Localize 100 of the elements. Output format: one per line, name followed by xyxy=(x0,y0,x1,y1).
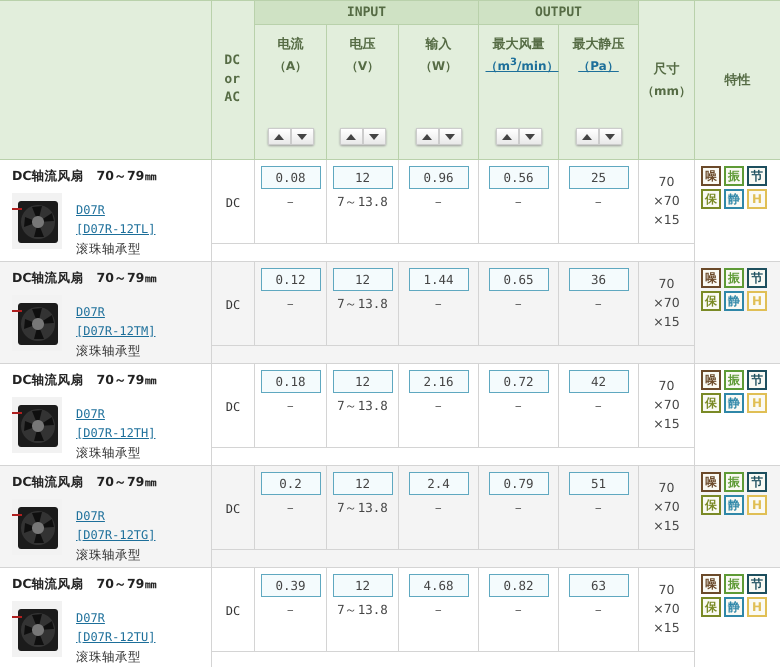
range-text: － xyxy=(592,194,605,211)
feature-badge: 噪 xyxy=(701,574,721,594)
range-text: － xyxy=(592,296,605,313)
feature-badge: 保 xyxy=(701,189,721,209)
range-text: 7～13.8 xyxy=(337,194,388,211)
range-text: 7～13.8 xyxy=(337,296,388,313)
value-box: 12 xyxy=(332,370,392,393)
down-arrow-icon xyxy=(525,134,535,140)
sort-ascending-button[interactable] xyxy=(268,128,290,145)
range-text: － xyxy=(592,398,605,415)
value-box: 12 xyxy=(332,268,392,291)
feature-badge: 振 xyxy=(724,268,744,288)
feature-badge: 噪 xyxy=(701,370,721,390)
sort-descending-button[interactable] xyxy=(362,128,386,145)
feature-badge: 静 xyxy=(724,291,744,311)
up-arrow-icon xyxy=(274,134,284,140)
range-text: － xyxy=(284,398,297,415)
range-text: － xyxy=(432,296,445,313)
value-box: 0.82 xyxy=(488,574,548,597)
model-code-link[interactable]: [D07R-12TH] xyxy=(76,424,156,443)
model-link[interactable]: D07R xyxy=(76,201,105,220)
size-text: 70 ×70 ×15 xyxy=(652,377,681,433)
feature-badge: 静 xyxy=(724,597,744,617)
value-box: 12 xyxy=(332,166,392,189)
model-code-link[interactable]: [D07R-12TG] xyxy=(76,526,156,545)
model-link[interactable]: D07R xyxy=(76,405,105,424)
feature-badge: 节 xyxy=(747,268,767,288)
value-box: 63 xyxy=(568,574,628,597)
feature-badge: 振 xyxy=(724,370,744,390)
feature-badge: H xyxy=(747,393,767,413)
unit-label: （A） xyxy=(272,58,308,75)
range-text: － xyxy=(432,602,445,619)
feature-badge: 保 xyxy=(701,291,721,311)
column-header: 尺寸 xyxy=(654,61,680,78)
size-text: 70 ×70 ×15 xyxy=(652,581,681,637)
product-title: DC轴流风扇 70～79㎜ xyxy=(12,372,158,389)
value-box: 42 xyxy=(568,370,628,393)
column-header: 电压 xyxy=(350,36,376,53)
feature-badge: 保 xyxy=(701,393,721,413)
sort-ascending-button[interactable] xyxy=(496,128,518,145)
sort-descending-button[interactable] xyxy=(598,128,622,145)
feature-badge: H xyxy=(747,495,767,515)
value-box: 25 xyxy=(568,166,628,189)
feature-badge: 保 xyxy=(701,597,721,617)
range-text: － xyxy=(512,194,525,211)
value-box: 0.65 xyxy=(488,268,548,291)
feature-badge: 静 xyxy=(724,393,744,413)
down-arrow-icon xyxy=(297,134,307,140)
model-link[interactable]: D07R xyxy=(76,609,105,628)
range-text: － xyxy=(592,500,605,517)
output-header: OUTPUT xyxy=(535,5,582,20)
model-code-link[interactable]: [D07R-12TL] xyxy=(76,220,156,239)
range-text: － xyxy=(284,602,297,619)
value-box: 0.96 xyxy=(408,166,468,189)
value-box: 0.18 xyxy=(260,370,320,393)
current-type: DC xyxy=(226,298,240,312)
unit-link[interactable]: （m$^{3}$/min） xyxy=(486,57,552,75)
value-box: 2.16 xyxy=(408,370,468,393)
range-text: － xyxy=(512,500,525,517)
unit-link[interactable]: （Pa） xyxy=(566,57,632,75)
bearing-type: 滚珠轴承型 xyxy=(76,648,142,666)
feature-badge: 噪 xyxy=(701,268,721,288)
model-code-link[interactable]: [D07R-12TM] xyxy=(76,322,156,341)
model-code-link[interactable]: [D07R-12TU] xyxy=(76,628,156,647)
dc-or-ac-header: DC or AC xyxy=(224,52,242,108)
feature-badge: H xyxy=(747,597,767,617)
feature-badge: H xyxy=(747,291,767,311)
bearing-type: 滚珠轴承型 xyxy=(76,240,142,258)
sort-descending-button[interactable] xyxy=(290,128,314,145)
feature-badge: 节 xyxy=(747,370,767,390)
size-text: 70 ×70 ×15 xyxy=(652,275,681,331)
up-arrow-icon xyxy=(502,134,512,140)
bearing-type: 滚珠轴承型 xyxy=(76,546,142,564)
product-title: DC轴流风扇 70～79㎜ xyxy=(12,474,158,491)
feature-badge: 静 xyxy=(724,189,744,209)
range-text: － xyxy=(284,500,297,517)
range-text: － xyxy=(432,500,445,517)
sort-ascending-button[interactable] xyxy=(340,128,362,145)
feature-badge: H xyxy=(747,189,767,209)
current-type: DC xyxy=(226,604,240,618)
value-box: 12 xyxy=(332,574,392,597)
range-text: － xyxy=(512,398,525,415)
range-text: 7～13.8 xyxy=(337,500,388,517)
range-text: － xyxy=(512,296,525,313)
down-arrow-icon xyxy=(445,134,455,140)
sort-descending-button[interactable] xyxy=(438,128,462,145)
column-header: 最大静压 xyxy=(572,36,624,53)
current-type: DC xyxy=(226,502,240,516)
feature-badge: 节 xyxy=(747,574,767,594)
value-box: 36 xyxy=(568,268,628,291)
sort-ascending-button[interactable] xyxy=(416,128,438,145)
value-box: 0.2 xyxy=(260,472,320,495)
value-box: 0.72 xyxy=(488,370,548,393)
sort-descending-button[interactable] xyxy=(518,128,542,145)
sort-ascending-button[interactable] xyxy=(576,128,598,145)
model-link[interactable]: D07R xyxy=(76,507,105,526)
model-link[interactable]: D07R xyxy=(76,303,105,322)
value-box: 12 xyxy=(332,472,392,495)
range-text: － xyxy=(432,398,445,415)
current-type: DC xyxy=(226,400,240,414)
